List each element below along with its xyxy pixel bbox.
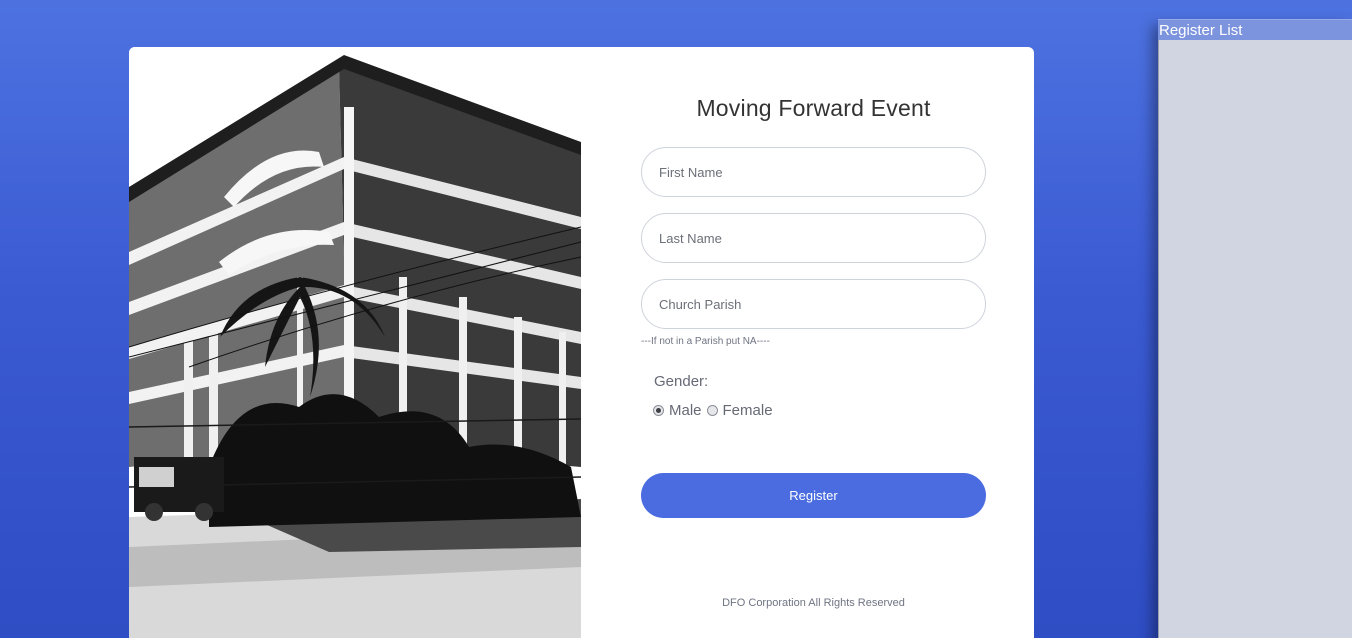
parish-hint: ---If not in a Parish put NA---- xyxy=(641,336,770,347)
register-button[interactable]: Register xyxy=(641,473,986,518)
form-title: Moving Forward Event xyxy=(696,95,931,121)
register-list-body[interactable] xyxy=(1158,40,1352,638)
register-list-panel: Register List xyxy=(1158,19,1352,638)
register-list-title: Register List xyxy=(1158,19,1352,41)
male-radio-label[interactable]: Male xyxy=(669,402,702,419)
first-name-input[interactable] xyxy=(641,147,986,197)
building-photo xyxy=(129,47,581,638)
female-radio-label[interactable]: Female xyxy=(723,402,773,419)
last-name-input[interactable] xyxy=(641,213,986,263)
registration-card: Moving Forward Event ---If not in a Pari… xyxy=(129,47,1034,638)
gender-radio-group: Male Female xyxy=(653,402,778,419)
female-radio[interactable] xyxy=(706,405,718,416)
gender-label: Gender: xyxy=(654,373,709,390)
male-radio[interactable] xyxy=(653,405,664,416)
church-parish-input[interactable] xyxy=(641,279,986,329)
footer-copyright: DFO Corporation All Rights Reserved xyxy=(722,597,905,609)
